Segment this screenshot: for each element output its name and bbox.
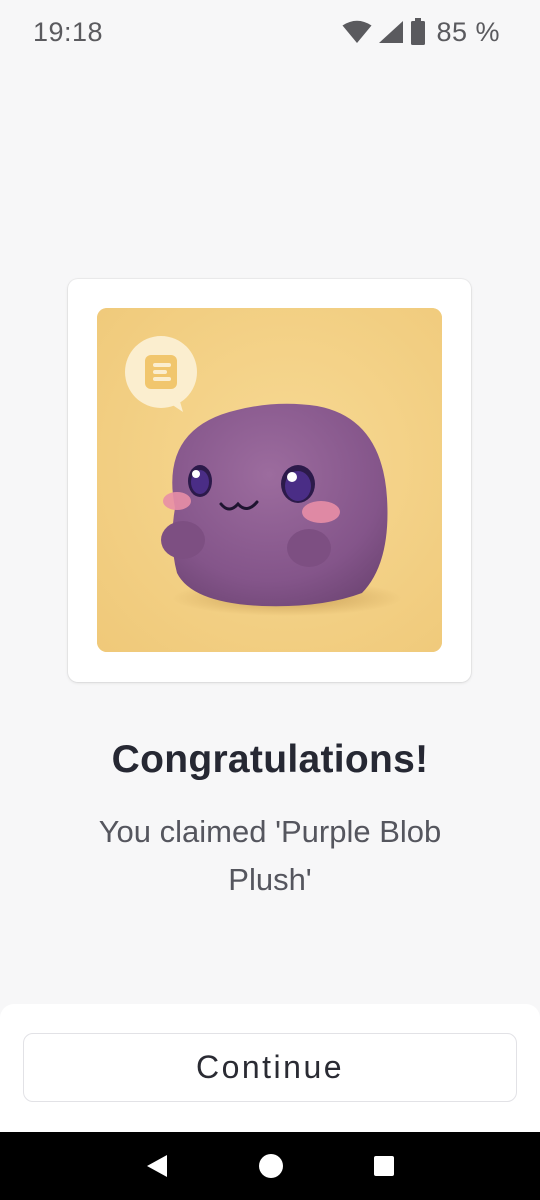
home-icon[interactable] (258, 1153, 284, 1179)
battery-icon (410, 18, 426, 46)
wifi-icon (342, 20, 372, 44)
claim-message: You claimed 'Purple Blob Plush' (98, 814, 442, 897)
status-time: 19:18 (33, 16, 104, 47)
recents-icon[interactable] (373, 1155, 395, 1177)
reward-card (68, 279, 471, 682)
signal-icon (378, 20, 404, 44)
navigation-bar (0, 1132, 540, 1200)
congratulations-title: Congratulations! (111, 738, 429, 781)
bottom-action-area: Continue (0, 1004, 540, 1132)
status-bar: 19:18 85 % (0, 0, 540, 64)
back-icon[interactable] (145, 1153, 169, 1179)
status-icons: 85 % (342, 17, 500, 48)
battery-percentage: 85 % (436, 16, 500, 47)
product-image (97, 308, 442, 652)
continue-button[interactable]: Continue (23, 1033, 517, 1102)
